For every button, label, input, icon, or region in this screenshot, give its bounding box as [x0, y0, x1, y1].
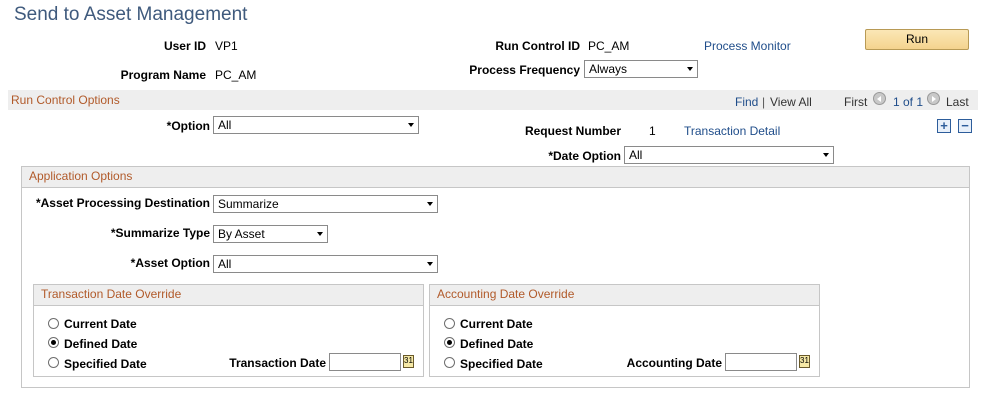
option-select[interactable]: All [213, 116, 419, 134]
asset-option-label: *Asset Option [130, 256, 210, 270]
run-control-options-bar [8, 90, 978, 110]
first-label: First [844, 95, 868, 109]
asset-dest-label: *Asset Processing Destination [35, 196, 210, 210]
date-option-label: *Date Option [548, 149, 621, 163]
transaction-specified-radio[interactable] [48, 357, 59, 368]
transaction-specified-label: Specified Date [64, 357, 147, 371]
asset-dest-select[interactable]: Summarize [213, 195, 438, 213]
accounting-date-label: Accounting Date [626, 356, 722, 370]
asset-option-select[interactable]: All [213, 255, 438, 273]
chevron-down-icon [408, 123, 414, 127]
program-name-label: Program Name [120, 68, 206, 82]
transaction-defined-label: Defined Date [64, 337, 138, 351]
option-label: *Option [166, 119, 210, 133]
chevron-down-icon [317, 232, 323, 236]
request-number-value: 1 [649, 124, 656, 138]
separator: | [762, 95, 766, 109]
page-title: Send to Asset Management [14, 4, 248, 25]
program-name-value: PC_AM [215, 68, 257, 82]
transaction-detail-link[interactable]: Transaction Detail [684, 124, 780, 138]
user-id-value: VP1 [215, 39, 238, 53]
process-frequency-label: Process Frequency [469, 63, 580, 77]
transaction-override-title: Transaction Date Override [41, 287, 182, 301]
calendar-icon[interactable]: 31 [403, 355, 414, 368]
date-option-select[interactable]: All [624, 146, 834, 164]
last-label: Last [946, 95, 969, 109]
accounting-date-input[interactable] [725, 353, 797, 371]
find-link[interactable]: Find [735, 95, 758, 109]
chevron-down-icon [823, 153, 829, 157]
asset-option-value: All [218, 257, 232, 271]
transaction-date-label: Transaction Date [229, 356, 326, 370]
user-id-label: User ID [163, 39, 206, 53]
add-row-button[interactable]: + [937, 119, 951, 133]
chevron-down-icon [687, 67, 693, 71]
date-option-value: All [629, 148, 643, 162]
transaction-date-input[interactable] [329, 353, 401, 371]
process-frequency-value: Always [589, 62, 628, 76]
chevron-down-icon [427, 262, 433, 266]
accounting-current-label: Current Date [460, 317, 533, 331]
run-control-options-title: Run Control Options [11, 93, 120, 107]
transaction-current-radio[interactable] [48, 318, 59, 329]
summarize-type-label: *Summarize Type [110, 226, 210, 240]
application-options-header [22, 167, 969, 188]
process-monitor-link[interactable]: Process Monitor [704, 39, 791, 53]
chevron-down-icon [427, 202, 433, 206]
run-control-value: PC_AM [588, 39, 630, 53]
accounting-defined-label: Defined Date [460, 337, 534, 351]
process-frequency-select[interactable]: Always [584, 60, 698, 78]
calendar-icon[interactable]: 31 [799, 355, 810, 368]
option-value: All [218, 118, 232, 132]
view-all-link[interactable]: View All [770, 95, 812, 109]
accounting-specified-radio[interactable] [444, 357, 455, 368]
summarize-type-value: By Asset [218, 227, 265, 241]
delete-row-button[interactable]: − [958, 119, 972, 133]
request-number-label: Request Number [524, 124, 621, 138]
accounting-override-title: Accounting Date Override [437, 287, 575, 301]
page-info: 1 of 1 [893, 95, 924, 109]
run-button[interactable]: Run [865, 29, 969, 50]
asset-dest-value: Summarize [218, 197, 279, 211]
run-control-label: Run Control ID [495, 39, 580, 53]
transaction-current-label: Current Date [64, 317, 137, 331]
previous-icon[interactable] [873, 92, 886, 105]
accounting-defined-radio[interactable] [444, 337, 455, 348]
summarize-type-select[interactable]: By Asset [213, 225, 328, 243]
accounting-specified-label: Specified Date [460, 357, 543, 371]
next-icon[interactable] [927, 92, 940, 105]
application-options-title: Application Options [29, 169, 133, 183]
transaction-defined-radio[interactable] [48, 337, 59, 348]
accounting-current-radio[interactable] [444, 318, 455, 329]
